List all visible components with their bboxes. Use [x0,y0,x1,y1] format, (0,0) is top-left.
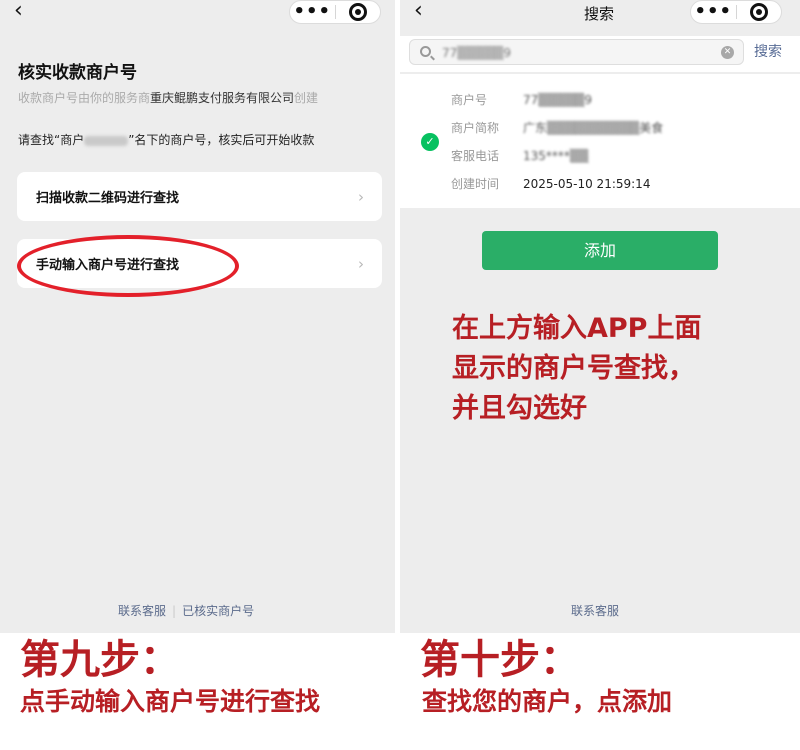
result-row-merchant-id: 商户号 77▒▒▒▒▒9 [451,91,592,108]
link-separator: | [172,604,177,618]
step-nine-description: 点手动输入商户号进行查找 [20,687,321,716]
subtitle-suffix: 创建 [294,91,319,105]
instruction-prefix: 请查找“商户 [18,133,85,147]
manual-input-label: 手动输入商户号进行查找 [36,258,180,273]
chevron-right-icon: › [358,254,364,273]
row-key: 商户简称 [451,121,500,135]
manual-input-option[interactable]: 手动输入商户号进行查找 › [17,239,382,288]
service-company-name: 重庆鲲鹏支付服务有限公司 [150,91,295,105]
row-value: 2025-05-10 21:59:14 [523,177,651,191]
add-button[interactable]: 添加 [482,231,718,270]
annotation-line: 在上方输入APP上面 [452,313,702,344]
instruction-text: 请查找“商户 ”名下的商户号，核实后可开始收款 [18,131,314,148]
row-key: 创建时间 [451,177,500,191]
chevron-right-icon: › [358,187,364,206]
search-input[interactable]: 77▒▒▒▒▒9 ✕ [409,39,744,65]
annotation-line: 并且勾选好 [452,393,587,424]
scan-qr-label: 扫描收款二维码进行查找 [36,191,180,206]
annotation-text: 在上方输入APP上面 显示的商户号查找， 并且勾选好 [452,309,752,429]
row-value: 135****▒▒ [523,149,589,163]
target-circle-icon[interactable] [737,3,782,21]
subtitle-prefix: 收款商户号由你的服务商 [18,91,151,105]
scan-qr-option[interactable]: 扫描收款二维码进行查找 › [17,172,382,221]
result-row-short-name: 商户简称 广东▒▒▒▒▒▒▒▒▒▒美食 [451,119,663,136]
search-button[interactable]: 搜索 [754,41,782,61]
merchant-result-card[interactable]: ✓ 商户号 77▒▒▒▒▒9 商户简称 广东▒▒▒▒▒▒▒▒▒▒美食 客服电话 135… [400,74,800,208]
right-screenshot-panel: ‹ 搜索 ••• 77▒▒▒▒▒9 ✕ 搜索 ✓ 商户号 77▒▒▒▒▒9 商户简… [400,0,800,633]
result-row-phone: 客服电话 135****▒▒ [451,147,588,164]
step-nine-caption: 第九步： [20,637,180,683]
chevron-left-icon: ‹ [414,0,423,23]
check-circle-icon[interactable]: ✓ [421,133,439,151]
result-row-created-time: 创建时间 2025-05-10 21:59:14 [451,175,650,192]
footer-links: 联系客服 | 已核实商户号 [118,602,254,619]
contact-service-link[interactable]: 联系客服 [118,604,166,618]
back-button[interactable]: ‹ [414,0,434,23]
left-screenshot-panel: ‹ ••• 核实收款商户号 收款商户号由你的服务商重庆鲲鹏支付服务有限公司创建 … [0,0,395,633]
more-dots-icon[interactable]: ••• [290,3,335,21]
row-key: 客服电话 [451,149,500,163]
miniprogram-capsule[interactable]: ••• [690,0,782,24]
search-bar: 77▒▒▒▒▒9 ✕ 搜索 [400,36,800,72]
nav-title: 搜索 [584,5,615,23]
instruction-suffix: ”名下的商户号，核实后可开始收款 [128,133,315,147]
row-value: 77▒▒▒▒▒9 [523,93,593,107]
clear-icon[interactable]: ✕ [721,46,734,59]
search-input-value: 77▒▒▒▒▒9 [442,46,512,60]
back-button[interactable]: ‹ [14,0,34,23]
contact-service-link[interactable]: 联系客服 [571,604,619,618]
footer-links: 联系客服 [571,602,619,619]
search-icon [420,46,431,57]
chevron-left-icon: ‹ [14,0,23,23]
miniprogram-capsule[interactable]: ••• [289,0,381,24]
verified-merchant-link[interactable]: 已核实商户号 [182,604,254,618]
row-key: 商户号 [451,93,488,107]
annotation-line: 显示的商户号查找， [452,353,695,384]
more-dots-icon[interactable]: ••• [691,3,736,21]
page-title: 核实收款商户号 [18,63,137,83]
blurred-merchant-name [84,135,129,146]
step-ten-caption: 第十步： [420,637,580,683]
row-value: 广东▒▒▒▒▒▒▒▒▒▒美食 [523,121,664,135]
target-circle-icon[interactable] [336,3,381,21]
step-ten-description: 查找您的商户，点添加 [422,687,673,716]
page-subtitle: 收款商户号由你的服务商重庆鲲鹏支付服务有限公司创建 [18,89,318,106]
